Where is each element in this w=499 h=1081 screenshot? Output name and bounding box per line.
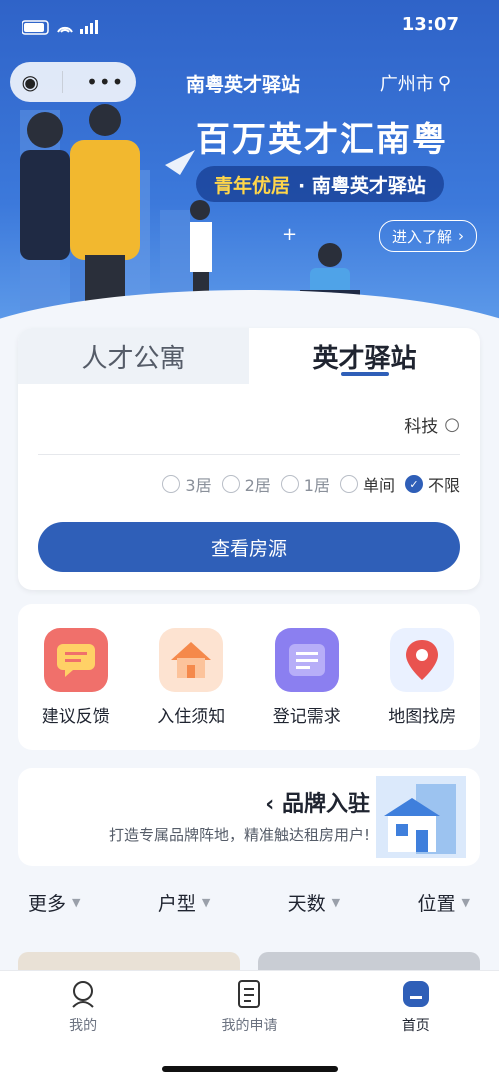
filter-label: 户型	[157, 892, 196, 915]
brand-title-text: 品牌入驻	[281, 792, 370, 817]
feature-grid: 地图找房 登记需求 入住须知 建议反馈	[18, 604, 480, 750]
nav-my-applications[interactable]: 我的申请	[189, 979, 309, 1035]
tagline-rest: · 南粤英才驿站	[298, 174, 426, 197]
location-pin-icon: ⚲	[437, 72, 451, 94]
radio-single-room[interactable]: 单间	[339, 472, 395, 496]
bottom-nav-items: 首页 我的申请 我的	[0, 979, 499, 1035]
location-label: 广州市	[379, 74, 434, 95]
radio-label: 不限	[427, 476, 460, 495]
filter-label: 天数	[287, 892, 326, 915]
tab-underline	[340, 372, 389, 376]
home-icon	[402, 981, 429, 1007]
radio-circle-icon	[339, 475, 358, 493]
search-card: 人才公寓 英才驿站 科技 ○ 不限 ✓ 单间 1居 2居 3居 查看房源	[18, 328, 480, 590]
radio-circle-icon	[221, 475, 240, 493]
nav-label: 我的申请	[221, 1018, 278, 1034]
brand-entry-banner[interactable]: ‹ 品牌入驻 打造专属品牌阵地，精准触达租房用户!	[18, 768, 480, 866]
chevron-right-icon: ›	[458, 227, 464, 245]
caret-down-icon: ▼	[72, 895, 81, 909]
radio-2-bedroom[interactable]: 2居	[221, 472, 271, 496]
feature-label: 登记需求	[272, 706, 341, 727]
tab-bar: 人才公寓 英才驿站	[18, 328, 480, 384]
caret-down-icon: ▼	[461, 895, 470, 909]
radio-circle-icon	[162, 475, 181, 493]
feature-register-demand[interactable]: 登记需求	[257, 627, 357, 727]
more-dots-icon[interactable]: •••	[86, 70, 124, 94]
svg-text:+: +	[282, 224, 297, 245]
document-icon	[238, 980, 261, 1008]
filter-location[interactable]: ▼ 位置	[417, 889, 469, 916]
learn-more-button[interactable]: 进入了解 ›	[378, 220, 477, 252]
tagline-highlight: 青年优居	[214, 174, 291, 197]
feature-map-search[interactable]: 地图找房	[372, 627, 472, 727]
learn-more-label: 进入了解	[391, 227, 452, 246]
status-icons	[22, 20, 98, 35]
radio-label: 2居	[244, 476, 271, 495]
miniprogram-capsule[interactable]: ◉ •••	[10, 62, 136, 102]
radio-unlimited[interactable]: 不限 ✓	[404, 472, 460, 496]
radio-circle-icon	[280, 475, 299, 493]
search-placeholder: 科技	[404, 416, 439, 437]
close-target-icon[interactable]: ◉	[22, 70, 39, 94]
filter-label: 更多	[28, 892, 67, 915]
search-icon: ○	[444, 413, 460, 435]
feedback-message-icon	[43, 627, 108, 692]
nav-label: 首页	[401, 1018, 430, 1034]
feature-label: 建议反馈	[41, 706, 110, 727]
nav-mine[interactable]: 我的	[23, 979, 143, 1035]
feature-checkin-notice[interactable]: 入住须知	[141, 627, 241, 727]
tab-label: 英才驿站	[312, 343, 417, 374]
map-pin-icon	[390, 627, 455, 692]
brand-subtitle: 打造专属品牌阵地，精准触达租房用户!	[108, 826, 370, 844]
filter-label: 位置	[417, 892, 456, 915]
radio-label: 1居	[303, 476, 330, 495]
radio-1-bedroom[interactable]: 1居	[280, 472, 330, 496]
tab-talent-apartment[interactable]: 人才公寓	[18, 328, 249, 384]
nav-home[interactable]: 首页	[356, 979, 476, 1035]
feature-label: 地图找房	[388, 706, 457, 727]
radio-label: 单间	[362, 476, 395, 495]
house-icon	[159, 627, 224, 692]
location-selector[interactable]: 广州市 ⚲	[380, 70, 451, 96]
nav-label: 我的	[69, 1018, 98, 1034]
register-form-icon	[274, 627, 339, 692]
user-icon	[72, 981, 94, 1008]
filter-more[interactable]: ▼ 更多	[28, 889, 80, 916]
feature-label: 入住须知	[157, 706, 226, 727]
bottom-nav: 首页 我的申请 我的	[0, 970, 499, 1081]
status-bar: 13:07	[0, 0, 499, 56]
caret-down-icon: ▼	[331, 895, 341, 909]
tab-label: 人才公寓	[81, 343, 186, 374]
hero-headline: 百万英才汇南粤	[196, 120, 448, 160]
caret-down-icon: ▼	[201, 895, 211, 909]
check-icon: ✓	[404, 475, 423, 493]
divider	[38, 454, 460, 455]
station-title: 南粤英才驿站	[186, 74, 301, 96]
search-input[interactable]: 科技 ○	[38, 404, 460, 444]
view-listings-button[interactable]: 查看房源	[38, 522, 460, 572]
radio-3-bedroom[interactable]: 3居	[162, 472, 212, 496]
building-icon	[376, 776, 466, 858]
hero-tagline: 青年优居 · 南粤英才驿站	[196, 166, 444, 202]
tab-talent-station[interactable]: 英才驿站	[249, 328, 480, 384]
list-filter-bar: ▼ 位置 ▼ 天数 ▼ 户型 ▼ 更多	[18, 884, 480, 920]
filter-room-type[interactable]: ▼ 户型	[158, 889, 210, 916]
room-type-filter: 不限 ✓ 单间 1居 2居 3居	[38, 466, 460, 502]
chevron-left-icon: ‹	[265, 792, 282, 817]
feature-feedback[interactable]: 建议反馈	[26, 627, 126, 727]
radio-label: 3居	[185, 476, 212, 495]
filter-days[interactable]: ▼ 天数	[288, 889, 340, 916]
home-indicator	[162, 1066, 338, 1072]
brand-title: ‹ 品牌入驻	[265, 786, 370, 818]
status-time: 13:07	[401, 14, 459, 35]
